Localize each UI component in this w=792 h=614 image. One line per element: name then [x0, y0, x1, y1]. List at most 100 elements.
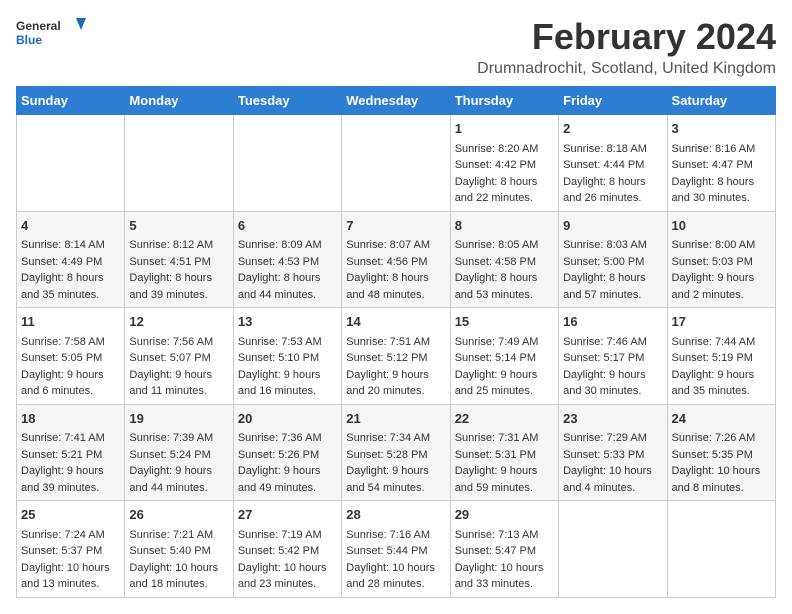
header-cell-saturday: Saturday [667, 87, 775, 115]
day-number: 16 [563, 312, 662, 332]
header-cell-wednesday: Wednesday [342, 87, 450, 115]
day-info: Sunrise: 7:31 AM Sunset: 5:31 PM Dayligh… [455, 430, 554, 496]
day-number: 17 [672, 312, 771, 332]
calendar-cell: 22Sunrise: 7:31 AM Sunset: 5:31 PM Dayli… [450, 404, 558, 501]
day-info: Sunrise: 7:56 AM Sunset: 5:07 PM Dayligh… [129, 334, 228, 400]
calendar-cell: 24Sunrise: 7:26 AM Sunset: 5:35 PM Dayli… [667, 404, 775, 501]
day-number: 24 [672, 409, 771, 429]
header-cell-sunday: Sunday [17, 87, 125, 115]
day-info: Sunrise: 8:20 AM Sunset: 4:42 PM Dayligh… [455, 141, 554, 207]
day-info: Sunrise: 7:19 AM Sunset: 5:42 PM Dayligh… [238, 527, 337, 593]
calendar-cell: 7Sunrise: 8:07 AM Sunset: 4:56 PM Daylig… [342, 211, 450, 308]
calendar-cell: 26Sunrise: 7:21 AM Sunset: 5:40 PM Dayli… [125, 501, 233, 598]
day-info: Sunrise: 8:03 AM Sunset: 5:00 PM Dayligh… [563, 237, 662, 303]
week-row-4: 18Sunrise: 7:41 AM Sunset: 5:21 PM Dayli… [17, 404, 776, 501]
calendar-cell: 23Sunrise: 7:29 AM Sunset: 5:33 PM Dayli… [559, 404, 667, 501]
header-cell-tuesday: Tuesday [233, 87, 341, 115]
day-number: 18 [21, 409, 120, 429]
header-cell-monday: Monday [125, 87, 233, 115]
day-info: Sunrise: 8:07 AM Sunset: 4:56 PM Dayligh… [346, 237, 445, 303]
day-number: 8 [455, 216, 554, 236]
day-number: 21 [346, 409, 445, 429]
day-number: 3 [672, 119, 771, 139]
day-number: 25 [21, 505, 120, 525]
day-info: Sunrise: 7:13 AM Sunset: 5:47 PM Dayligh… [455, 527, 554, 593]
calendar-cell: 27Sunrise: 7:19 AM Sunset: 5:42 PM Dayli… [233, 501, 341, 598]
day-number: 14 [346, 312, 445, 332]
calendar-cell: 25Sunrise: 7:24 AM Sunset: 5:37 PM Dayli… [17, 501, 125, 598]
calendar-cell: 29Sunrise: 7:13 AM Sunset: 5:47 PM Dayli… [450, 501, 558, 598]
svg-text:General: General [16, 19, 61, 33]
day-info: Sunrise: 8:00 AM Sunset: 5:03 PM Dayligh… [672, 237, 771, 303]
calendar-cell: 9Sunrise: 8:03 AM Sunset: 5:00 PM Daylig… [559, 211, 667, 308]
calendar-cell: 15Sunrise: 7:49 AM Sunset: 5:14 PM Dayli… [450, 308, 558, 405]
day-number: 23 [563, 409, 662, 429]
day-number: 26 [129, 505, 228, 525]
calendar-cell: 14Sunrise: 7:51 AM Sunset: 5:12 PM Dayli… [342, 308, 450, 405]
calendar-cell: 18Sunrise: 7:41 AM Sunset: 5:21 PM Dayli… [17, 404, 125, 501]
day-number: 5 [129, 216, 228, 236]
calendar-cell [559, 501, 667, 598]
svg-text:Blue: Blue [16, 33, 42, 47]
calendar-cell: 17Sunrise: 7:44 AM Sunset: 5:19 PM Dayli… [667, 308, 775, 405]
day-number: 20 [238, 409, 337, 429]
day-number: 13 [238, 312, 337, 332]
calendar-cell: 10Sunrise: 8:00 AM Sunset: 5:03 PM Dayli… [667, 211, 775, 308]
day-number: 27 [238, 505, 337, 525]
page-subtitle: Drumnadrochit, Scotland, United Kingdom [477, 60, 776, 78]
calendar-cell: 19Sunrise: 7:39 AM Sunset: 5:24 PM Dayli… [125, 404, 233, 501]
day-number: 11 [21, 312, 120, 332]
calendar-cell: 5Sunrise: 8:12 AM Sunset: 4:51 PM Daylig… [125, 211, 233, 308]
day-number: 2 [563, 119, 662, 139]
logo: General Blue [16, 16, 86, 51]
title-area: February 2024 Drumnadrochit, Scotland, U… [477, 16, 776, 78]
calendar-cell: 12Sunrise: 7:56 AM Sunset: 5:07 PM Dayli… [125, 308, 233, 405]
day-info: Sunrise: 7:49 AM Sunset: 5:14 PM Dayligh… [455, 334, 554, 400]
day-number: 9 [563, 216, 662, 236]
day-info: Sunrise: 8:14 AM Sunset: 4:49 PM Dayligh… [21, 237, 120, 303]
calendar-cell: 28Sunrise: 7:16 AM Sunset: 5:44 PM Dayli… [342, 501, 450, 598]
calendar-cell: 11Sunrise: 7:58 AM Sunset: 5:05 PM Dayli… [17, 308, 125, 405]
day-info: Sunrise: 7:29 AM Sunset: 5:33 PM Dayligh… [563, 430, 662, 496]
day-number: 10 [672, 216, 771, 236]
day-info: Sunrise: 7:36 AM Sunset: 5:26 PM Dayligh… [238, 430, 337, 496]
day-number: 15 [455, 312, 554, 332]
day-number: 7 [346, 216, 445, 236]
calendar-cell: 2Sunrise: 8:18 AM Sunset: 4:44 PM Daylig… [559, 115, 667, 212]
day-info: Sunrise: 7:24 AM Sunset: 5:37 PM Dayligh… [21, 527, 120, 593]
day-number: 1 [455, 119, 554, 139]
header-cell-friday: Friday [559, 87, 667, 115]
day-number: 19 [129, 409, 228, 429]
header-row: SundayMondayTuesdayWednesdayThursdayFrid… [17, 87, 776, 115]
day-number: 28 [346, 505, 445, 525]
day-number: 6 [238, 216, 337, 236]
day-info: Sunrise: 7:44 AM Sunset: 5:19 PM Dayligh… [672, 334, 771, 400]
day-info: Sunrise: 8:16 AM Sunset: 4:47 PM Dayligh… [672, 141, 771, 207]
calendar-cell [667, 501, 775, 598]
calendar-cell: 8Sunrise: 8:05 AM Sunset: 4:58 PM Daylig… [450, 211, 558, 308]
day-info: Sunrise: 7:58 AM Sunset: 5:05 PM Dayligh… [21, 334, 120, 400]
calendar-cell: 20Sunrise: 7:36 AM Sunset: 5:26 PM Dayli… [233, 404, 341, 501]
day-info: Sunrise: 7:26 AM Sunset: 5:35 PM Dayligh… [672, 430, 771, 496]
day-info: Sunrise: 7:34 AM Sunset: 5:28 PM Dayligh… [346, 430, 445, 496]
week-row-2: 4Sunrise: 8:14 AM Sunset: 4:49 PM Daylig… [17, 211, 776, 308]
day-number: 22 [455, 409, 554, 429]
day-number: 29 [455, 505, 554, 525]
page-title: February 2024 [477, 16, 776, 58]
calendar-cell: 6Sunrise: 8:09 AM Sunset: 4:53 PM Daylig… [233, 211, 341, 308]
day-info: Sunrise: 7:16 AM Sunset: 5:44 PM Dayligh… [346, 527, 445, 593]
week-row-1: 1Sunrise: 8:20 AM Sunset: 4:42 PM Daylig… [17, 115, 776, 212]
day-info: Sunrise: 8:09 AM Sunset: 4:53 PM Dayligh… [238, 237, 337, 303]
calendar-cell [342, 115, 450, 212]
day-number: 4 [21, 216, 120, 236]
calendar-cell: 1Sunrise: 8:20 AM Sunset: 4:42 PM Daylig… [450, 115, 558, 212]
day-info: Sunrise: 7:39 AM Sunset: 5:24 PM Dayligh… [129, 430, 228, 496]
day-info: Sunrise: 8:12 AM Sunset: 4:51 PM Dayligh… [129, 237, 228, 303]
logo-svg: General Blue [16, 16, 86, 51]
day-info: Sunrise: 8:05 AM Sunset: 4:58 PM Dayligh… [455, 237, 554, 303]
day-info: Sunrise: 7:53 AM Sunset: 5:10 PM Dayligh… [238, 334, 337, 400]
calendar-cell [17, 115, 125, 212]
page-header: General Blue February 2024 Drumnadrochit… [16, 16, 776, 78]
day-info: Sunrise: 8:18 AM Sunset: 4:44 PM Dayligh… [563, 141, 662, 207]
day-info: Sunrise: 7:41 AM Sunset: 5:21 PM Dayligh… [21, 430, 120, 496]
